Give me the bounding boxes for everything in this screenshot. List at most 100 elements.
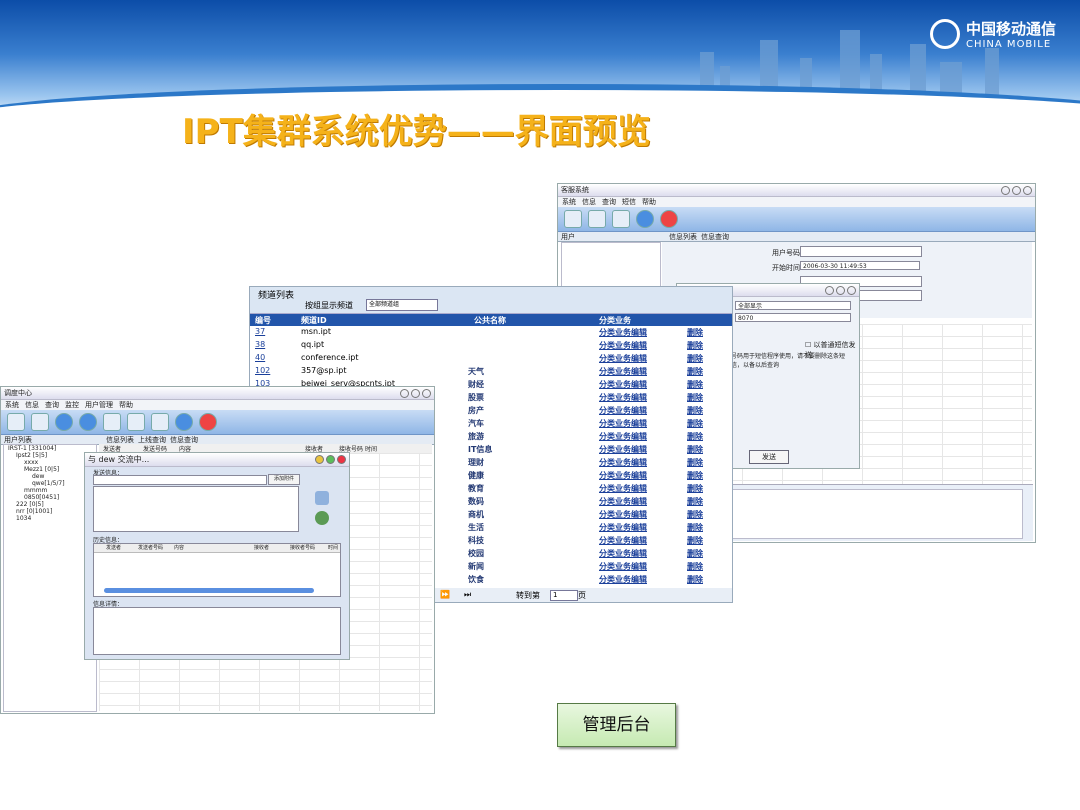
delete-link[interactable]: 删除 bbox=[687, 366, 703, 377]
delete-link[interactable]: 删除 bbox=[687, 496, 703, 507]
delete-link[interactable]: 删除 bbox=[687, 457, 703, 468]
maximize-icon[interactable] bbox=[326, 455, 335, 464]
edit-category-link[interactable]: 分类业务编辑 bbox=[599, 470, 647, 481]
code-select[interactable]: 8070 bbox=[735, 313, 851, 322]
edit-category-link[interactable]: 分类业务编辑 bbox=[599, 431, 647, 442]
tree-node[interactable]: dew bbox=[4, 473, 96, 480]
user-number-input[interactable] bbox=[800, 246, 922, 257]
tree-node[interactable]: 222 [0|5] bbox=[4, 501, 96, 508]
message-input[interactable] bbox=[93, 486, 299, 532]
menu-monitor[interactable]: 监控 bbox=[65, 400, 79, 410]
group-icon[interactable] bbox=[151, 413, 169, 431]
menu-query[interactable]: 查询 bbox=[45, 400, 59, 410]
channel-number[interactable]: 40 bbox=[255, 353, 265, 362]
detail-textarea[interactable] bbox=[93, 607, 341, 655]
delete-link[interactable]: 删除 bbox=[687, 340, 703, 351]
tree-node[interactable]: qwe[1/5/7] bbox=[4, 480, 96, 487]
send-icon[interactable] bbox=[315, 491, 329, 505]
menu-help[interactable]: 帮助 bbox=[642, 197, 656, 207]
mail-icon[interactable] bbox=[31, 413, 49, 431]
maximize-icon[interactable] bbox=[836, 285, 845, 295]
close-icon[interactable] bbox=[337, 455, 346, 464]
minimize-icon[interactable] bbox=[400, 388, 409, 398]
menu-query[interactable]: 查询 bbox=[602, 197, 616, 207]
delete-link[interactable]: 删除 bbox=[687, 353, 703, 364]
edit-category-link[interactable]: 分类业务编辑 bbox=[599, 483, 647, 494]
tab-users[interactable]: 用户 bbox=[561, 232, 575, 242]
edit-category-link[interactable]: 分类业务编辑 bbox=[599, 340, 647, 351]
menu-sms[interactable]: 短信 bbox=[622, 197, 636, 207]
group-select[interactable]: 全部显示 bbox=[735, 301, 851, 310]
edit-category-link[interactable]: 分类业务编辑 bbox=[599, 392, 647, 403]
delete-link[interactable]: 删除 bbox=[687, 509, 703, 520]
tree-node[interactable]: mmmm bbox=[4, 487, 96, 494]
edit-category-link[interactable]: 分类业务编辑 bbox=[599, 535, 647, 546]
menu-help[interactable]: 帮助 bbox=[119, 400, 133, 410]
add-attachment-button[interactable]: 添加附件 bbox=[268, 474, 300, 485]
tree-node[interactable]: 1034 bbox=[4, 515, 96, 522]
tab-user-list[interactable]: 用户列表 bbox=[4, 435, 32, 445]
tree-node[interactable]: Mezz1 [0|5] bbox=[4, 466, 96, 473]
edit-category-link[interactable]: 分类业务编辑 bbox=[599, 366, 647, 377]
tab-info-query[interactable]: 信息查询 bbox=[170, 435, 198, 445]
person-icon[interactable] bbox=[175, 413, 193, 431]
horizontal-scrollbar[interactable] bbox=[104, 588, 314, 593]
edit-category-link[interactable]: 分类业务编辑 bbox=[599, 574, 647, 585]
user-icon[interactable] bbox=[7, 413, 25, 431]
last-page-icon[interactable]: ⏭ bbox=[464, 590, 471, 600]
minimize-icon[interactable] bbox=[1001, 185, 1010, 195]
user-icon[interactable] bbox=[564, 210, 582, 228]
delete-link[interactable]: 删除 bbox=[687, 470, 703, 481]
tree-node[interactable]: 0850[0451] bbox=[4, 494, 96, 501]
maximize-icon[interactable] bbox=[411, 388, 420, 398]
minimize-icon[interactable] bbox=[315, 455, 324, 464]
tree-node[interactable]: IRST-1 [331004] bbox=[4, 445, 96, 452]
delete-link[interactable]: 删除 bbox=[687, 522, 703, 533]
menu-info[interactable]: 信息 bbox=[25, 400, 39, 410]
delete-link[interactable]: 删除 bbox=[687, 405, 703, 416]
tree-node[interactable]: nrr [0|1001] bbox=[4, 508, 96, 515]
menu-system[interactable]: 系统 bbox=[562, 197, 576, 207]
delete-link[interactable]: 删除 bbox=[687, 418, 703, 429]
page-select[interactable]: 1 bbox=[550, 590, 578, 601]
tree-node[interactable]: Ipst2 [5|5] bbox=[4, 452, 96, 459]
edit-category-link[interactable]: 分类业务编辑 bbox=[599, 496, 647, 507]
maximize-icon[interactable] bbox=[1012, 185, 1021, 195]
power-icon[interactable] bbox=[660, 210, 678, 228]
channel-number[interactable]: 38 bbox=[255, 340, 265, 349]
edit-category-link[interactable]: 分类业务编辑 bbox=[599, 405, 647, 416]
delete-link[interactable]: 删除 bbox=[687, 444, 703, 455]
edit-category-link[interactable]: 分类业务编辑 bbox=[599, 353, 647, 364]
speaker-icon[interactable] bbox=[315, 511, 329, 525]
edit-category-link[interactable]: 分类业务编辑 bbox=[599, 509, 647, 520]
delete-link[interactable]: 删除 bbox=[687, 574, 703, 585]
tab-online-query[interactable]: 上线查询 bbox=[138, 435, 166, 445]
edit-category-link[interactable]: 分类业务编辑 bbox=[599, 561, 647, 572]
delete-link[interactable]: 删除 bbox=[687, 561, 703, 572]
tab-info-list[interactable]: 信息列表 bbox=[669, 232, 697, 242]
send-button[interactable]: 发送 bbox=[749, 450, 789, 464]
close-icon[interactable] bbox=[1023, 185, 1032, 195]
delete-link[interactable]: 删除 bbox=[687, 548, 703, 559]
menu-user-management[interactable]: 用户管理 bbox=[85, 400, 113, 410]
channel-number[interactable]: 37 bbox=[255, 327, 265, 336]
channel-number[interactable]: 102 bbox=[255, 366, 270, 375]
delete-link[interactable]: 删除 bbox=[687, 392, 703, 403]
close-icon[interactable] bbox=[422, 388, 431, 398]
menu-info[interactable]: 信息 bbox=[582, 197, 596, 207]
person-icon[interactable] bbox=[636, 210, 654, 228]
attachment-input[interactable] bbox=[93, 475, 267, 485]
group-filter-select[interactable]: 全部频道组 bbox=[366, 299, 438, 311]
edit-category-link[interactable]: 分类业务编辑 bbox=[599, 548, 647, 559]
tab-info-list[interactable]: 信息列表 bbox=[106, 435, 134, 445]
edit-category-link[interactable]: 分类业务编辑 bbox=[599, 379, 647, 390]
zoom-icon[interactable] bbox=[103, 413, 121, 431]
tree-node[interactable]: xxxx bbox=[4, 459, 96, 466]
download-icon[interactable] bbox=[79, 413, 97, 431]
search-icon[interactable] bbox=[127, 413, 145, 431]
monitor-icon[interactable] bbox=[55, 413, 73, 431]
edit-category-link[interactable]: 分类业务编辑 bbox=[599, 457, 647, 468]
power-icon[interactable] bbox=[199, 413, 217, 431]
edit-category-link[interactable]: 分类业务编辑 bbox=[599, 418, 647, 429]
mail-icon[interactable] bbox=[588, 210, 606, 228]
